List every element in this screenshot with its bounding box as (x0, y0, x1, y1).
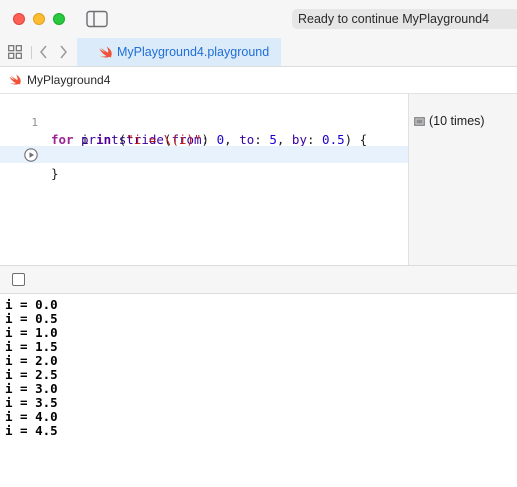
grid-icon[interactable] (8, 45, 22, 59)
debug-bar (0, 265, 517, 294)
minimize-window-button[interactable] (33, 13, 45, 25)
tab-playground[interactable]: MyPlayground4.playground (77, 38, 281, 66)
chevron-right-icon[interactable] (57, 44, 69, 60)
console-line: i = 3.0 (5, 381, 58, 396)
breadcrumb: MyPlayground4 (0, 67, 517, 94)
activity-status: Ready to continue MyPlayground4 (292, 9, 517, 29)
punctuation-token: } (51, 166, 59, 181)
maximize-window-button[interactable] (53, 13, 65, 25)
code-editor[interactable]: 1 for i in stride(from: 0, to: 5, by: 0.… (0, 94, 408, 265)
console-line: i = 3.5 (5, 395, 58, 410)
console-line: i = 4.5 (5, 423, 58, 438)
console-line: i = 0.0 (5, 297, 58, 312)
code-line-2[interactable]: print("i = \(i)") (0, 114, 408, 147)
sidebar-toggle-icon[interactable] (86, 10, 108, 28)
console-output[interactable]: i = 0.0 i = 0.5 i = 1.0 i = 1.5 i = 2.0 … (0, 294, 517, 487)
result-count: (10 times) (429, 114, 485, 128)
playground-window: Ready to continue MyPlayground4 MyPlaygr… (0, 0, 517, 487)
close-window-button[interactable] (13, 13, 25, 25)
toolbar-divider (31, 46, 32, 59)
chevron-left-icon[interactable] (38, 44, 50, 60)
tab-label: MyPlayground4.playground (117, 45, 270, 59)
swift-icon (9, 74, 21, 85)
breadcrumb-file[interactable]: MyPlayground4 (27, 67, 110, 93)
play-circle-icon[interactable] (24, 148, 38, 162)
console-line: i = 2.0 (5, 353, 58, 368)
title-bar: Ready to continue MyPlayground4 (0, 0, 517, 38)
console-line: i = 4.0 (5, 409, 58, 424)
result-badge[interactable]: (10 times) (414, 113, 485, 129)
console-line: i = 1.5 (5, 339, 58, 354)
swift-icon (99, 46, 112, 58)
console-toggle-icon[interactable] (12, 273, 25, 286)
tab-bar: MyPlayground4.playground (0, 38, 517, 67)
results-sidebar: (10 times) (408, 94, 517, 265)
console-line: i = 1.0 (5, 325, 58, 340)
console-line: i = 2.5 (5, 367, 58, 382)
console-line: i = 0.5 (5, 311, 58, 326)
run-line-highlight[interactable] (0, 146, 408, 163)
result-viewer-icon[interactable] (414, 117, 425, 126)
code-line-1[interactable]: 1 for i in stride(from: 0, to: 5, by: 0.… (0, 97, 408, 147)
code-text: } (51, 165, 59, 182)
